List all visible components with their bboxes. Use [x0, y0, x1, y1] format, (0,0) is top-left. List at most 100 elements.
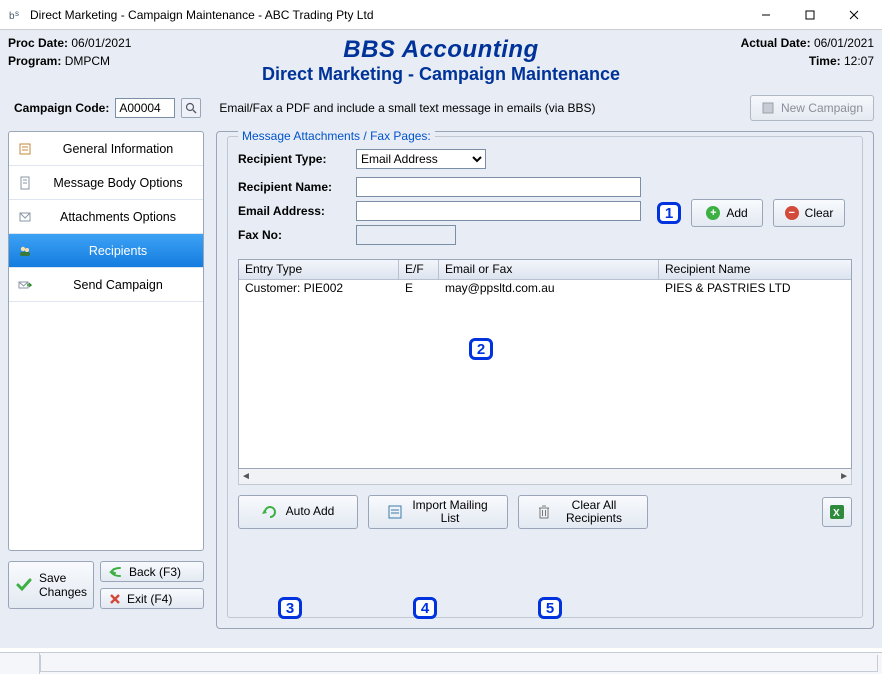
clear-button[interactable]: − Clear — [773, 199, 845, 227]
nav-label: Recipients — [41, 244, 195, 258]
callout-1: 1 — [657, 202, 681, 224]
callout-5: 5 — [538, 597, 562, 619]
actual-date-label: Actual Date: — [741, 36, 811, 50]
clear-all-recipients-button[interactable]: Clear All Recipients — [518, 495, 648, 529]
recipient-name-label: Recipient Name: — [238, 180, 348, 194]
close-button[interactable] — [832, 1, 876, 29]
time-label: Time: — [809, 54, 841, 68]
callout-2: 2 — [469, 338, 493, 360]
scroll-left-icon[interactable]: ◄ — [241, 471, 251, 482]
col-entry-type[interactable]: Entry Type — [239, 260, 399, 279]
nav-general-information[interactable]: General Information — [9, 132, 203, 166]
attachment-icon — [17, 209, 33, 225]
campaign-row: Campaign Code: Email/Fax a PDF and inclu… — [8, 95, 874, 121]
campaign-code-label: Campaign Code: — [14, 101, 109, 115]
nav-panel: General Information Message Body Options… — [8, 131, 204, 551]
horizontal-scrollbar[interactable]: ◄ ► — [238, 469, 852, 485]
nav-recipients[interactable]: Recipients — [9, 234, 203, 268]
col-email-or-fax[interactable]: Email or Fax — [439, 260, 659, 279]
actual-date: 06/01/2021 — [814, 36, 874, 50]
svg-text:s: s — [15, 9, 19, 18]
app-title: BBS Accounting — [208, 36, 674, 64]
nav-attachments-options[interactable]: Attachments Options — [9, 200, 203, 234]
maximize-button[interactable] — [788, 1, 832, 29]
new-campaign-button[interactable]: New Campaign — [750, 95, 874, 121]
back-label: Back (F3) — [129, 565, 181, 579]
header-row: Proc Date: 06/01/2021 Program: DMPCM BBS… — [8, 36, 874, 85]
trash-icon — [537, 504, 551, 520]
recycle-icon — [262, 504, 278, 520]
program-code: DMPCM — [65, 54, 110, 68]
back-arrow-icon — [109, 565, 123, 579]
plus-icon: + — [706, 206, 720, 220]
grid-header: Entry Type E/F Email or Fax Recipient Na… — [239, 260, 851, 280]
email-address-input[interactable] — [356, 201, 641, 221]
auto-add-button[interactable]: Auto Add — [238, 495, 358, 529]
minimize-button[interactable] — [744, 1, 788, 29]
program-label: Program: — [8, 54, 61, 68]
import-icon — [387, 504, 403, 520]
export-excel-button[interactable]: X — [822, 497, 852, 527]
app-icon: bs — [8, 7, 24, 23]
save-changes-button[interactable]: Save Changes — [8, 561, 94, 609]
people-icon — [17, 243, 33, 259]
send-icon — [17, 277, 33, 293]
col-ef[interactable]: E/F — [399, 260, 439, 279]
check-icon — [15, 576, 33, 594]
exit-label: Exit (F4) — [127, 592, 172, 606]
minus-icon: − — [785, 206, 799, 220]
save-label: Save Changes — [39, 571, 87, 599]
nav-message-body-options[interactable]: Message Body Options — [9, 166, 203, 200]
recipient-name-input[interactable] — [356, 177, 641, 197]
add-label: Add — [726, 206, 747, 220]
new-campaign-label: New Campaign — [781, 101, 863, 115]
campaign-description: Email/Fax a PDF and include a small text… — [219, 101, 595, 115]
cell-email: may@ppsltd.com.au — [439, 280, 659, 298]
status-bar — [0, 652, 882, 674]
fax-no-label: Fax No: — [238, 228, 348, 242]
cell-entry-type: Customer: PIE002 — [239, 280, 399, 298]
new-icon — [761, 101, 775, 115]
window-title: Direct Marketing - Campaign Maintenance … — [30, 8, 744, 22]
clear-all-label: Clear All Recipients — [559, 499, 629, 525]
excel-icon: X — [828, 503, 846, 521]
app-subtitle: Direct Marketing - Campaign Maintenance — [208, 64, 674, 85]
info-icon — [17, 141, 33, 157]
exit-button[interactable]: Exit (F4) — [100, 588, 204, 609]
callout-3: 3 — [278, 597, 302, 619]
time-value: 12:07 — [844, 54, 874, 68]
cell-ef: E — [399, 280, 439, 298]
table-row[interactable]: Customer: PIE002 E may@ppsltd.com.au PIE… — [239, 280, 851, 298]
add-button[interactable]: + Add — [691, 199, 763, 227]
nav-label: General Information — [41, 142, 195, 156]
scroll-right-icon[interactable]: ► — [839, 471, 849, 482]
nav-label: Send Campaign — [41, 278, 195, 292]
cell-name: PIES & PASTRIES LTD — [659, 280, 851, 298]
proc-date: 06/01/2021 — [71, 36, 131, 50]
campaign-code-input[interactable] — [115, 98, 175, 118]
import-mailing-list-button[interactable]: Import Mailing List — [368, 495, 508, 529]
callout-4: 4 — [413, 597, 437, 619]
nav-send-campaign[interactable]: Send Campaign — [9, 268, 203, 302]
grid-body[interactable]: Customer: PIE002 E may@ppsltd.com.au PIE… — [239, 280, 851, 468]
x-icon — [109, 593, 121, 605]
back-button[interactable]: Back (F3) — [100, 561, 204, 582]
campaign-lookup-button[interactable] — [181, 98, 201, 118]
clear-label: Clear — [805, 206, 834, 220]
col-recipient-name[interactable]: Recipient Name — [659, 260, 851, 279]
nav-label: Attachments Options — [41, 210, 195, 224]
recipient-type-label: Recipient Type: — [238, 152, 348, 166]
recipients-grid: Entry Type E/F Email or Fax Recipient Na… — [238, 259, 852, 469]
content-panel: Message Attachments / Fax Pages: Recipie… — [216, 131, 874, 629]
svg-text:X: X — [833, 508, 840, 519]
fax-no-input — [356, 225, 456, 245]
proc-date-label: Proc Date: — [8, 36, 68, 50]
magnifier-icon — [185, 102, 197, 114]
nav-label: Message Body Options — [41, 176, 195, 190]
import-label: Import Mailing List — [411, 499, 489, 525]
auto-add-label: Auto Add — [286, 505, 335, 518]
titlebar: bs Direct Marketing - Campaign Maintenan… — [0, 0, 882, 30]
document-icon — [17, 175, 33, 191]
recipient-type-select[interactable]: Email Address — [356, 149, 486, 169]
fieldset-legend: Message Attachments / Fax Pages: — [238, 129, 435, 143]
